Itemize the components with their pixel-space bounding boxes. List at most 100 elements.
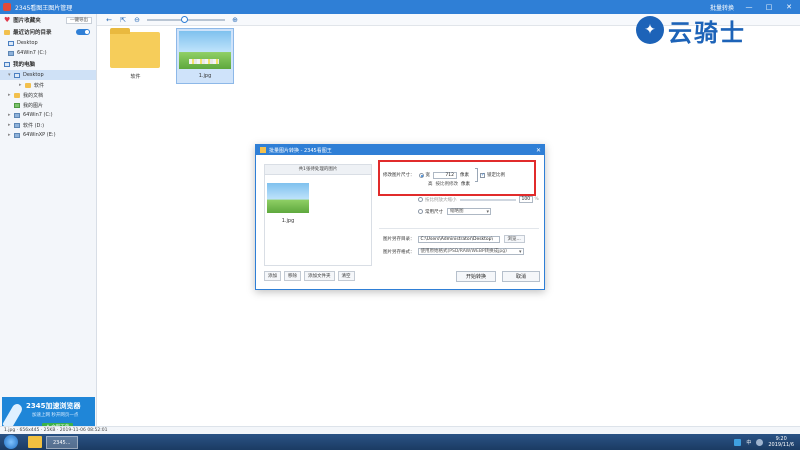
- desktop-icon: [8, 40, 14, 46]
- preset-select[interactable]: 缩略图: [447, 208, 491, 215]
- drive-icon: [14, 112, 20, 118]
- scale-slider[interactable]: [459, 198, 516, 201]
- file-item-image[interactable]: 1.jpg: [176, 28, 234, 84]
- ad-subtitle: 加速上网 秒开网页一点: [32, 413, 79, 418]
- maximize-button[interactable]: □: [764, 2, 774, 12]
- sidebar-tree-item[interactable]: ▸ 64WinXP (E:): [0, 130, 96, 140]
- recent-item-label: 64Win7 (C:): [17, 50, 47, 56]
- file-name: 1.jpg: [198, 73, 212, 79]
- explorer-taskbar-icon[interactable]: [28, 436, 42, 448]
- app-logo-icon: [3, 3, 11, 11]
- tray-clock[interactable]: 9:20 2019/11/6: [768, 436, 794, 448]
- expand-arrow-icon[interactable]: ▸: [8, 112, 12, 118]
- clock-date: 2019/11/6: [768, 442, 794, 448]
- drive-icon: [14, 132, 20, 138]
- list-thumbnail[interactable]: [267, 183, 309, 213]
- start-button-icon[interactable]: [4, 435, 18, 449]
- tray-network-icon[interactable]: [734, 438, 742, 446]
- export-favorites-button[interactable]: 一键导出: [66, 16, 92, 24]
- img-icon: [14, 102, 20, 108]
- tree-item-label: 64Win7 (C:): [23, 112, 53, 118]
- list-buttons: 添加 移除 添加文件夹 清空: [264, 271, 355, 281]
- tray-lang[interactable]: 中: [746, 439, 751, 446]
- save-dir-input[interactable]: C:\Users\Administrator\Desktop\: [417, 235, 500, 243]
- add-folder-button[interactable]: 添加文件夹: [304, 271, 335, 281]
- zoom-in-icon[interactable]: ⊕: [231, 16, 239, 24]
- recent-item-label: Desktop: [17, 40, 38, 46]
- batch-convert-link[interactable]: 批量转换: [710, 3, 734, 12]
- dialog-close-icon[interactable]: ✕: [536, 147, 541, 154]
- sidebar-tree-item[interactable]: ▾ Desktop: [0, 70, 96, 80]
- start-convert-button[interactable]: 开始转换: [456, 271, 496, 282]
- close-button[interactable]: ✕: [784, 2, 794, 12]
- zoom-out-icon[interactable]: ⊖: [133, 16, 141, 24]
- expand-arrow-icon[interactable]: ▸: [19, 82, 23, 88]
- folder-icon: [14, 92, 20, 98]
- favorites-section[interactable]: ♥ 图片收藏夹 一键导出: [0, 14, 96, 26]
- remove-button[interactable]: 移除: [284, 271, 301, 281]
- save-dir-row: 图片另存目录： C:\Users\Administrator\Desktop\ …: [383, 235, 525, 243]
- zoom-slider-thumb[interactable]: [181, 15, 188, 23]
- expand-arrow-icon[interactable]: ▸: [8, 122, 12, 128]
- preset-label: 常用尺寸: [425, 209, 443, 215]
- scale-input[interactable]: 100: [518, 196, 533, 203]
- status-bar: 1.jpg · 656x445 · 25KB · 2019-11-06 08:5…: [0, 426, 800, 434]
- file-item-folder[interactable]: 软件: [108, 28, 163, 84]
- scale-radio[interactable]: [418, 197, 423, 202]
- dialog-title: 批量图片转换 - 2345看图王: [269, 147, 332, 154]
- watermark-logo: ✦ 云骑士: [636, 12, 782, 48]
- minimize-button[interactable]: —: [744, 2, 754, 12]
- tree-item-label: 软件: [34, 82, 45, 89]
- tray-volume-icon[interactable]: [756, 438, 764, 446]
- sidebar-tree-item[interactable]: 我的图片: [0, 100, 96, 110]
- sidebar-tree-item[interactable]: ▸ 我的文档: [0, 90, 96, 100]
- sidebar-tree-item[interactable]: ▸ 软件 (D:): [0, 120, 96, 130]
- export-icon[interactable]: ⇱: [119, 16, 127, 24]
- cancel-button[interactable]: 取消: [502, 271, 540, 282]
- taskbar: 2345... 中 9:20 2019/11/6: [0, 434, 800, 450]
- highlight-box: [378, 160, 536, 196]
- recent-toggle[interactable]: [76, 29, 90, 35]
- list-thumbnail-name: 1.jpg: [281, 218, 295, 224]
- file-name: 软件: [130, 74, 141, 80]
- save-dir-label: 图片另存目录：: [383, 237, 415, 242]
- sidebar-tree-item[interactable]: ▸ 软件: [0, 80, 96, 90]
- zoom-slider[interactable]: [147, 15, 225, 23]
- heart-icon: ♥: [4, 16, 11, 24]
- ad-title: 2345加速浏览器: [26, 402, 81, 410]
- folder-icon: [25, 82, 31, 88]
- dialog-app-icon: [260, 147, 266, 153]
- expand-arrow-icon[interactable]: ▸: [8, 132, 12, 138]
- computer-icon: [4, 61, 10, 67]
- add-button[interactable]: 添加: [264, 271, 281, 281]
- tree-item-label: 我的文档: [23, 92, 44, 99]
- sidebar-tree-item[interactable]: ▸ 64Win7 (C:): [0, 110, 96, 120]
- drive-icon: [8, 50, 14, 56]
- folder-icon: [4, 29, 10, 35]
- tree-item-label: 64WinXP (E:): [23, 132, 56, 138]
- recent-item-c-drive[interactable]: 64Win7 (C:): [0, 48, 96, 58]
- scale-label: 按比例放大缩小: [425, 197, 457, 203]
- recent-label: 最近访问的目录: [13, 30, 52, 36]
- tree-item-label: 软件 (D:): [23, 122, 45, 129]
- scale-unit: %: [534, 197, 539, 202]
- format-select[interactable]: 使用原始格式(PSD/RAW/WEBP转换成jpg): [417, 248, 524, 255]
- expand-arrow-icon[interactable]: ▾: [8, 72, 12, 78]
- drive-icon: [14, 122, 20, 128]
- back-arrow-icon[interactable]: ←: [105, 16, 113, 24]
- tree-item-label: Desktop: [23, 72, 44, 78]
- folder-icon: [110, 28, 160, 68]
- recent-section[interactable]: 最近访问的目录: [0, 26, 96, 38]
- window-title: 2345看图王图片管理: [15, 4, 73, 12]
- image-count-header: 共1张待处理的图片: [265, 165, 371, 175]
- taskbar-app-button[interactable]: 2345...: [46, 435, 78, 449]
- dialog-titlebar: 批量图片转换 - 2345看图王 ✕: [256, 145, 544, 155]
- browse-button[interactable]: 浏览...: [503, 235, 525, 243]
- recent-item-desktop[interactable]: Desktop: [0, 38, 96, 48]
- clear-button[interactable]: 清空: [337, 271, 355, 281]
- preset-row: 常用尺寸 缩略图: [418, 208, 491, 215]
- mypc-section[interactable]: 我的电脑: [0, 58, 96, 70]
- expand-arrow-icon[interactable]: ▸: [8, 92, 12, 98]
- format-row: 图片另存格式： 使用原始格式(PSD/RAW/WEBP转换成jpg): [383, 248, 524, 255]
- preset-radio[interactable]: [418, 209, 423, 214]
